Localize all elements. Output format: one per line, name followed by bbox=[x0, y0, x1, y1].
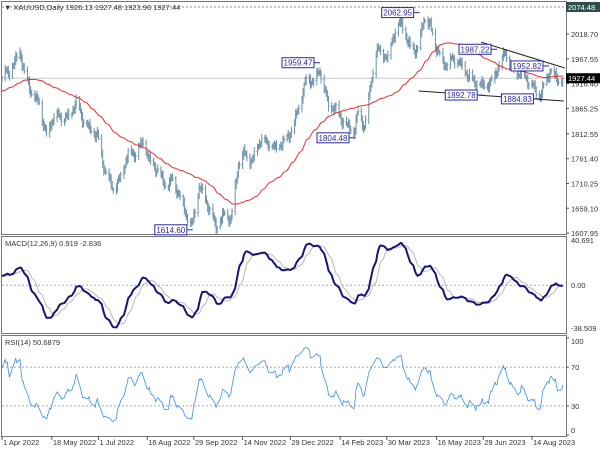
price-label: 1884.83 bbox=[500, 93, 540, 105]
rsi-tick-label: 30 bbox=[571, 402, 579, 411]
price-tick-label: 2018.70 bbox=[571, 30, 598, 39]
price-label-text: 1952.82 bbox=[512, 62, 541, 71]
rsi-tick-label: 70 bbox=[571, 363, 579, 372]
price-label-text: 1804.48 bbox=[319, 134, 348, 143]
chart-header: ▼ XAUUSD,Daily 1926.13 1927.48 1923.96 1… bbox=[4, 3, 180, 12]
date-tick-label: 29 Sep 2022 bbox=[195, 438, 238, 447]
date-tick-label: 30 Mar 2023 bbox=[388, 438, 430, 447]
rsi-tick-label: 100 bbox=[571, 337, 584, 346]
date-tick-label: 16 May 2023 bbox=[438, 438, 481, 447]
price-tick-label: 1865.25 bbox=[571, 104, 598, 113]
price-tick-label: 1659.10 bbox=[571, 204, 598, 213]
price-label: 1987.22 bbox=[458, 43, 498, 55]
macd-tick-label: 0.00 bbox=[571, 281, 586, 290]
date-tick-label: 14 Nov 2022 bbox=[244, 438, 287, 447]
price-tick-label: 1967.55 bbox=[571, 55, 598, 64]
price-label-text: 1987.22 bbox=[461, 45, 490, 54]
date-tick-label: 18 May 2022 bbox=[53, 438, 96, 447]
price-chart[interactable]: 1614.60 1959.47 1804.48 2062.95 1987.22 1892.… bbox=[0, 0, 600, 450]
macd-tick-label: 40.691 bbox=[571, 236, 594, 245]
chart-window: 1614.60 1959.47 1804.48 2062.95 1987.22 1892.… bbox=[0, 0, 600, 450]
price-label: 1952.82 bbox=[510, 60, 549, 72]
rsi-label: RSI(14) 50.6879 bbox=[5, 338, 61, 347]
price-label-text: 1892.78 bbox=[447, 91, 476, 100]
date-tick-label: 16 Aug 2022 bbox=[148, 438, 190, 447]
date-tick-label: 14 Aug 2023 bbox=[533, 438, 575, 447]
price-label-text: 1959.47 bbox=[284, 59, 313, 68]
rsi-panel bbox=[1, 335, 567, 437]
top-price-tag-text: 2074.48 bbox=[568, 3, 595, 12]
date-tick-label: 1 Jul 2022 bbox=[99, 438, 134, 447]
price-label: 1804.48 bbox=[316, 132, 355, 144]
last-price-tag-text: 1927.44 bbox=[568, 74, 595, 83]
price-tick-label: 1710.25 bbox=[571, 179, 598, 188]
date-tick-label: 29 Jun 2023 bbox=[484, 438, 525, 447]
date-tick-label: 1 Apr 2022 bbox=[3, 438, 39, 447]
price-label: 1892.78 bbox=[444, 89, 484, 101]
price-label: 2062.95 bbox=[381, 7, 420, 19]
price-tick-label: 1812.55 bbox=[571, 130, 598, 139]
price-label: 1959.47 bbox=[281, 57, 320, 69]
rsi-tick-label: 0 bbox=[571, 426, 575, 435]
price-label-text: 1614.60 bbox=[156, 226, 185, 235]
symbol-label: XAUUSD,Daily bbox=[13, 3, 64, 12]
main-panel bbox=[1, 1, 567, 235]
macd-tick-label: -38.509 bbox=[571, 324, 596, 333]
price-label-text: 2062.95 bbox=[383, 9, 412, 18]
date-tick-label: 14 Feb 2023 bbox=[341, 438, 383, 447]
price-label: 1614.60 bbox=[154, 224, 193, 236]
ohlc-readout: 1926.13 1927.48 1923.96 1927.44 bbox=[65, 3, 181, 12]
price-tick-label: 1761.40 bbox=[571, 155, 598, 164]
macd-label: MACD(12,26,9) 0.919 -2.836 bbox=[5, 239, 102, 248]
triangle-down-icon[interactable]: ▼ bbox=[4, 3, 11, 12]
date-tick-label: 29 Dec 2022 bbox=[291, 438, 334, 447]
price-label-text: 1884.83 bbox=[503, 95, 532, 104]
